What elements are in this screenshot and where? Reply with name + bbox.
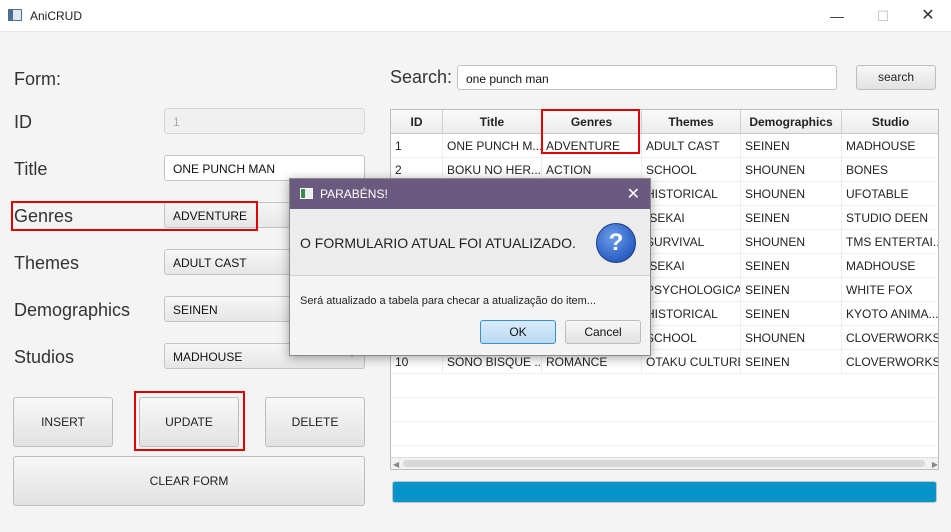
table-header: ID Title Genres Themes Demographics Stud… — [391, 110, 938, 134]
cell-themes: ADULT CAST — [642, 134, 741, 158]
table-row[interactable]: 1 ONE PUNCH M... ADVENTURE ADULT CAST SEINEN… — [391, 134, 938, 158]
column-header-id[interactable]: ID — [391, 110, 443, 134]
dialog-header-text: O FORMULARIO ATUAL FOI ATUALIZADO. — [300, 235, 576, 251]
cell-title: ONE PUNCH M... — [443, 134, 542, 158]
cell-themes: SURVIVAL — [642, 230, 741, 254]
delete-button[interactable]: DELETE — [265, 397, 365, 447]
cell-demographics: SHOUNEN — [741, 182, 842, 206]
table-row-empty — [391, 398, 938, 422]
cell-themes: HISTORICAL — [642, 182, 741, 206]
minimize-button[interactable]: — — [827, 6, 847, 26]
cell-studio: MADHOUSE — [842, 134, 938, 158]
cell-demographics: SHOUNEN — [741, 326, 842, 350]
cell-studio: MADHOUSE — [842, 254, 938, 278]
cell-demographics: SEINEN — [741, 206, 842, 230]
studios-select-value: MADHOUSE — [173, 350, 243, 364]
cell-studio: TMS ENTERTAI... — [842, 230, 938, 254]
insert-button[interactable]: INSERT — [13, 397, 113, 447]
cell-demographics: SHOUNEN — [741, 158, 842, 182]
dialog-body-text: Será atualizado a tabela para checar a a… — [300, 295, 596, 307]
title-label: Title — [14, 159, 48, 179]
cell-studio: CLOVERWORKS — [842, 326, 938, 350]
demographics-select-value: SEINEN — [173, 303, 218, 317]
cell-studio: WHITE FOX — [842, 278, 938, 302]
id-label: ID — [14, 112, 32, 132]
cell-studio: STUDIO DEEN — [842, 206, 938, 230]
cell-demographics: SEINEN — [741, 134, 842, 158]
search-label: Search: — [390, 67, 453, 87]
close-icon[interactable]: ✕ — [627, 184, 640, 204]
dialog-titlebar: PARABÉNS! ✕ — [290, 179, 650, 209]
search-button[interactable]: search — [856, 65, 936, 90]
ok-button[interactable]: OK — [480, 320, 556, 344]
id-field: 1 — [164, 108, 365, 134]
highlight-genres-column — [541, 109, 640, 154]
cell-demographics: SEINEN — [741, 254, 842, 278]
maximize-button[interactable]: ☐ — [873, 6, 893, 26]
cell-themes: HISTORICAL — [642, 302, 741, 326]
highlight-update-button — [134, 391, 245, 451]
table-row-empty — [391, 374, 938, 398]
column-header-studio[interactable]: Studio — [842, 110, 938, 134]
clear-form-button[interactable]: CLEAR FORM — [13, 456, 365, 506]
horizontal-scrollbar[interactable]: ◀ ▶ — [391, 457, 938, 469]
question-icon: ? — [596, 223, 636, 263]
cell-demographics: SEINEN — [741, 350, 842, 374]
highlight-genres-field — [11, 201, 258, 231]
close-window-button[interactable]: ✕ — [918, 6, 938, 26]
themes-select-value: ADULT CAST — [173, 256, 247, 270]
cell-studio: CLOVERWORKS — [842, 350, 938, 374]
form-heading: Form: — [14, 69, 61, 89]
themes-label: Themes — [14, 253, 80, 273]
progress-bar — [392, 481, 937, 503]
cell-themes: SCHOOL — [642, 326, 741, 350]
demographics-label: Demographics — [14, 300, 131, 320]
scroll-left-icon[interactable]: ◀ — [393, 460, 399, 469]
cell-studio: KYOTO ANIMA... — [842, 302, 938, 326]
cell-studio: BONES — [842, 158, 938, 182]
search-input[interactable]: one punch man — [457, 65, 837, 90]
cell-studio: UFOTABLE — [842, 182, 938, 206]
table-row-empty — [391, 422, 938, 446]
column-header-demographics[interactable]: Demographics — [741, 110, 842, 134]
cell-themes: ISEKAI — [642, 254, 741, 278]
dialog-title: PARABÉNS! — [320, 187, 388, 201]
cancel-button[interactable]: Cancel — [565, 320, 641, 344]
column-header-themes[interactable]: Themes — [642, 110, 741, 134]
studios-label: Studios — [14, 347, 75, 367]
window-title: AniCRUD — [30, 9, 83, 23]
cell-demographics: SEINEN — [741, 278, 842, 302]
scroll-right-icon[interactable]: ▶ — [932, 460, 938, 469]
cell-demographics: SEINEN — [741, 302, 842, 326]
cell-demographics: SHOUNEN — [741, 230, 842, 254]
scrollbar-thumb[interactable] — [403, 460, 925, 467]
cell-themes: PSYCHOLOGICAL — [642, 278, 741, 302]
cell-themes: ISEKAI — [642, 206, 741, 230]
progress-fill — [393, 482, 936, 502]
cell-themes: SCHOOL — [642, 158, 741, 182]
confirmation-dialog: PARABÉNS! ✕ O FORMULARIO ATUAL FOI ATUAL… — [289, 178, 651, 356]
dialog-header: O FORMULARIO ATUAL FOI ATUALIZADO. ? — [290, 209, 650, 276]
app-icon — [8, 9, 22, 21]
window-titlebar: AniCRUD — ☐ ✕ — [0, 0, 951, 32]
app-icon — [300, 188, 313, 199]
cell-id: 1 — [391, 134, 443, 158]
column-header-title[interactable]: Title — [443, 110, 542, 134]
cell-themes: OTAKU CULTURE — [642, 350, 741, 374]
